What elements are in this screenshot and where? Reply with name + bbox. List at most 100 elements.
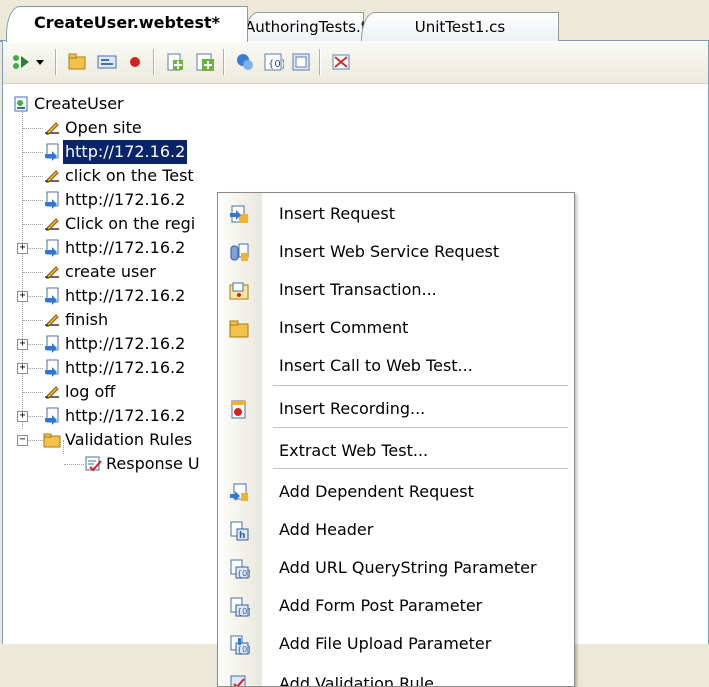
menu-item-label: Add URL QueryString Parameter (279, 558, 537, 577)
comment-icon (43, 383, 61, 401)
comment-icon (43, 119, 61, 137)
run-test-icon[interactable] (9, 50, 33, 74)
request-icon (43, 287, 61, 305)
toolbar-separator (153, 49, 155, 75)
request-icon (43, 191, 61, 209)
set-credentials-icon[interactable] (233, 50, 257, 74)
menu-item-label: Extract Web Test... (279, 441, 429, 460)
tree-connector (23, 224, 43, 225)
tree-node-label: http://172.16.2 (65, 334, 186, 353)
menu-item-label: Add Validation Rule (279, 674, 434, 687)
comment-icon (43, 215, 61, 233)
menu-item-insert-request[interactable]: Insert Request (218, 195, 574, 233)
menu-item-add-url-querystring-parameter[interactable]: {0} Add URL QueryString Parameter (218, 549, 574, 587)
toolbar-separator (223, 49, 225, 75)
edit-icon[interactable] (329, 50, 353, 74)
tree-node-label: log off (65, 382, 116, 401)
expand-icon[interactable]: + (17, 243, 28, 254)
context-menu: Insert Request Insert Web Service Request… (217, 192, 575, 687)
tree-node-comment[interactable]: Open site (3, 116, 403, 140)
tree-connector (64, 464, 84, 465)
add-request-plugin-icon[interactable] (163, 50, 187, 74)
menu-item-insert-transaction[interactable]: Insert Transaction... (218, 271, 574, 309)
tree-node-label: Click on the regi (65, 214, 196, 233)
menu-item-label: Insert Call to Web Test... (279, 356, 473, 375)
webtest-toolbar: {0} (3, 41, 708, 84)
tree-node-label: http://172.16.2 (65, 358, 186, 377)
insert-recording-icon (228, 399, 250, 421)
add-file-upload-icon: {0} (228, 634, 252, 656)
menu-item-add-header[interactable]: h Add Header (218, 511, 574, 549)
menu-item-insert-comment[interactable]: Insert Comment (218, 309, 574, 347)
dropdown-arrow-icon[interactable] (33, 50, 47, 74)
request-icon (43, 407, 61, 425)
tree-node-request[interactable]: http://172.16.2 (3, 140, 403, 164)
webtest-editor: {0} CreateUser Open site http://172.16.2 c… (2, 41, 709, 687)
collapse-icon[interactable]: − (17, 435, 28, 446)
tree-root[interactable]: CreateUser (3, 92, 203, 116)
add-querystring-icon: {0} (228, 558, 252, 580)
expand-icon[interactable]: + (17, 291, 28, 302)
menu-item-insert-web-service-request[interactable]: Insert Web Service Request (218, 233, 574, 271)
svg-text:{0}: {0} (237, 607, 250, 616)
insert-transaction-icon (228, 280, 250, 302)
svg-text:{0}: {0} (268, 59, 284, 70)
expand-icon[interactable]: + (17, 339, 28, 350)
menu-item-add-file-upload-parameter[interactable]: {0} Add File Upload Parameter (218, 625, 574, 663)
tree-node-label: create user (65, 262, 156, 281)
menu-item-extract-web-test[interactable]: Extract Web Test... (218, 432, 574, 470)
tree-node-label: http://172.16.2 (65, 286, 186, 305)
comment-icon (43, 311, 61, 329)
tree-node-label: Open site (65, 118, 142, 137)
tree-node-label: http://172.16.2 (65, 406, 186, 425)
expand-icon[interactable]: + (17, 363, 28, 374)
record-icon[interactable] (123, 50, 147, 74)
menu-item-label: Insert Recording... (279, 399, 426, 418)
toolbar-separator (55, 49, 57, 75)
insert-web-service-icon (228, 242, 250, 264)
add-validation-rule-icon (228, 674, 250, 686)
tree-connector (23, 272, 43, 273)
menu-item-add-dependent-request[interactable]: Add Dependent Request (218, 473, 574, 511)
menu-item-label: Insert Web Service Request (279, 242, 500, 261)
menu-item-label: Add Header (279, 520, 374, 539)
tab-unit-test[interactable]: UnitTest1.cs (361, 12, 559, 41)
generate-code-icon[interactable] (95, 50, 119, 74)
svg-text:{0}: {0} (237, 645, 250, 654)
svg-text:h: h (239, 531, 245, 541)
request-icon (43, 143, 61, 161)
tab-authoring-tests[interactable]: AuthoringTests.txt (244, 12, 381, 41)
tree-node-label: finish (65, 310, 109, 329)
tree-node-label: Response U (106, 454, 200, 473)
add-webtest-plugin-icon[interactable] (193, 50, 217, 74)
tree-node-comment[interactable]: click on the Test (3, 164, 403, 188)
tree-node-label: click on the Test (65, 166, 194, 185)
menu-item-insert-recording[interactable]: Insert Recording... (218, 390, 574, 428)
menu-item-insert-call-to-web-test[interactable]: Insert Call to Web Test... (218, 347, 574, 385)
tab-label: UnitTest1.cs (414, 18, 506, 36)
tree-node-label: http://172.16.2 (65, 238, 186, 257)
tab-label: CreateUser.webtest* (34, 13, 220, 32)
comment-icon (43, 263, 61, 281)
menu-separator (273, 385, 568, 386)
insert-request-icon (228, 204, 250, 226)
document-tab-strip: AuthoringTests.txt UnitTest1.cs CreateUs… (0, 0, 709, 42)
menu-item-label: Insert Request (279, 204, 395, 223)
menu-item-label: Add Form Post Parameter (279, 596, 483, 615)
tree-connector (23, 392, 43, 393)
request-icon (43, 239, 61, 257)
folder-icon (43, 431, 61, 449)
expand-icon[interactable]: + (17, 411, 28, 422)
webtest-icon (12, 95, 30, 113)
add-datasource-icon[interactable] (289, 50, 313, 74)
insert-comment-icon[interactable] (65, 50, 89, 74)
parameterize-icon[interactable]: {0} (261, 50, 285, 74)
tree-root-label: CreateUser (34, 94, 124, 113)
tree-connector (23, 152, 43, 153)
tab-create-user-webtest[interactable]: CreateUser.webtest* (6, 6, 248, 42)
add-header-icon: h (228, 520, 250, 542)
menu-item-label: Add File Upload Parameter (279, 634, 492, 653)
menu-item-add-validation-rule[interactable]: Add Validation Rule (218, 665, 574, 687)
tree-node-label: http://172.16.2 (63, 140, 188, 164)
menu-item-add-form-post-parameter[interactable]: {0} Add Form Post Parameter (218, 587, 574, 625)
